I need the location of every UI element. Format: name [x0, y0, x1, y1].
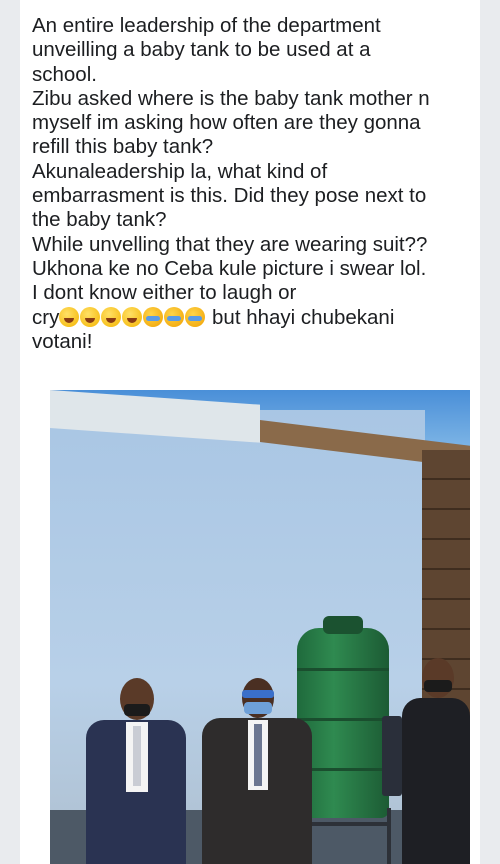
loudly-crying-icon	[185, 306, 206, 327]
post-line-1: An entire leadership of the department	[32, 14, 381, 37]
rolling-on-floor-laughing-icon	[59, 306, 80, 327]
rolling-on-floor-laughing-icon	[101, 306, 122, 327]
post-line-14: votani!	[32, 329, 93, 353]
person-left	[86, 678, 186, 864]
tie	[254, 724, 262, 786]
rolling-on-floor-laughing-icon	[80, 306, 101, 327]
post-line-7: Akunaleadership la, what kind of	[32, 159, 328, 183]
loudly-crying-icon	[143, 306, 164, 327]
suit	[402, 698, 470, 864]
loudly-crying-icon	[164, 306, 185, 327]
post-line-12: I dont know either to laugh or	[32, 281, 297, 305]
facebook-post: An entire leadership of the department u…	[20, 0, 480, 864]
glasses	[242, 690, 274, 698]
person-center	[202, 678, 312, 864]
post-line-5: myself im asking how often are they gonn…	[32, 111, 421, 135]
face-mask	[124, 704, 150, 716]
rolling-on-floor-laughing-icon	[122, 306, 143, 327]
post-line-8: embarrasment is this. Did they pose next…	[32, 184, 427, 208]
post-line-2: unveilling a baby tank to be used at a	[32, 38, 371, 62]
face-mask	[244, 702, 272, 714]
post-photo[interactable]	[50, 390, 470, 864]
post-line-13-end: but hhayi chubekani	[206, 305, 395, 329]
post-line-13-start: cry	[32, 305, 60, 329]
tank-ring	[297, 668, 389, 671]
post-line-9: the baby tank?	[32, 208, 167, 232]
post-line-3: school.	[32, 62, 97, 86]
post-line-10: While unvelling that they are wearing su…	[32, 232, 428, 256]
person-head	[422, 658, 454, 698]
face-mask	[424, 680, 452, 692]
person-right	[402, 658, 470, 864]
post-line-6: refill this baby tank?	[32, 135, 214, 159]
post-line-11: Ukhona ke no Ceba kule picture i swear l…	[32, 256, 427, 280]
hand-sanitizer-dispenser	[382, 716, 402, 796]
post-text: An entire leadership of the department u…	[32, 14, 474, 354]
post-line-4: Zibu asked where is the baby tank mother…	[32, 86, 430, 110]
emoji-row	[59, 306, 206, 329]
tie	[133, 726, 141, 786]
